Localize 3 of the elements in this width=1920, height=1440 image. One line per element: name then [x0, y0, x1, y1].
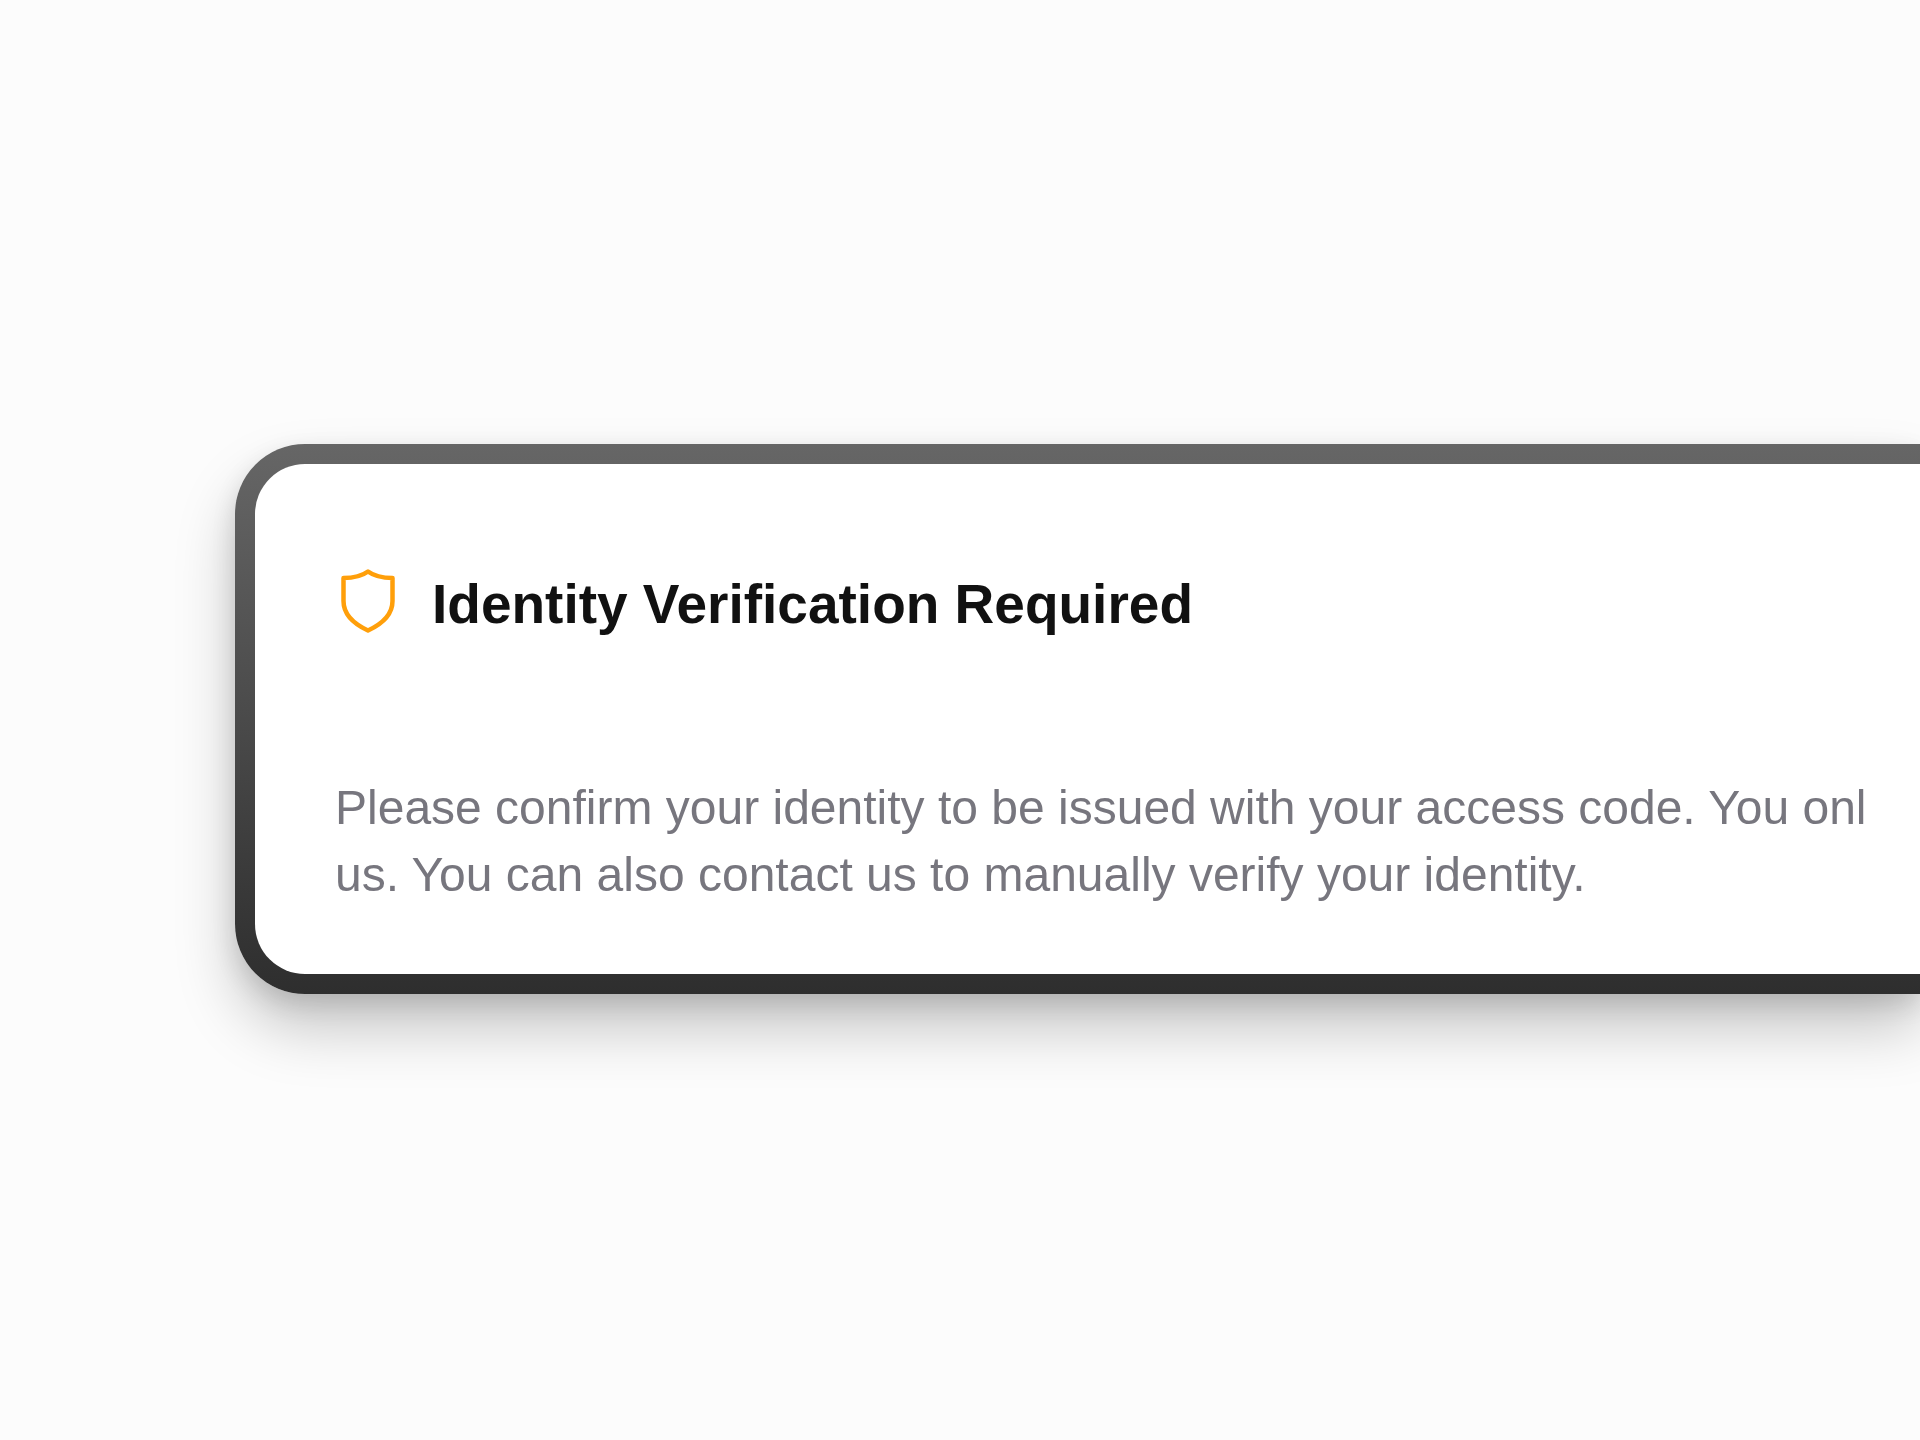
- dialog-message: Please confirm your identity to be issued with your access code. You onl: [335, 780, 1867, 836]
- dialog-message: us. You can also contact us to manually verify your identity.: [335, 847, 1586, 903]
- shield-icon: [341, 569, 395, 633]
